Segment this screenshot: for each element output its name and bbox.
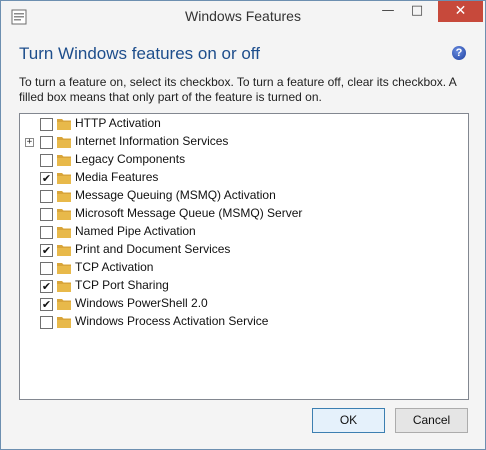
- folder-icon: [57, 227, 71, 238]
- feature-label: Windows Process Activation Service: [75, 314, 269, 328]
- minimize-button[interactable]: —: [375, 1, 401, 21]
- feature-row[interactable]: Named Pipe Activation: [20, 223, 460, 241]
- windows-features-dialog: Windows Features — □ ✕ Turn Windows feat…: [0, 0, 486, 450]
- feature-label: TCP Activation: [75, 260, 154, 274]
- feature-label: Windows PowerShell 2.0: [75, 296, 208, 310]
- folder-icon: [57, 281, 71, 292]
- help-icon[interactable]: ?: [452, 46, 466, 60]
- feature-label: HTTP Activation: [75, 116, 161, 130]
- feature-checkbox[interactable]: [40, 154, 53, 167]
- folder-icon: [57, 299, 71, 310]
- feature-label: Internet Information Services: [75, 134, 229, 148]
- feature-label: Named Pipe Activation: [75, 224, 196, 238]
- cancel-button[interactable]: Cancel: [395, 408, 468, 433]
- feature-checkbox[interactable]: [40, 118, 53, 131]
- feature-label: Print and Document Services: [75, 242, 231, 256]
- feature-label: TCP Port Sharing: [75, 278, 169, 292]
- folder-icon: [57, 173, 71, 184]
- close-button[interactable]: ✕: [438, 1, 483, 22]
- folder-icon: [57, 209, 71, 220]
- expand-icon[interactable]: +: [25, 138, 34, 147]
- feature-row[interactable]: + Internet Information Services: [20, 133, 460, 151]
- feature-tree[interactable]: HTTP Activation + Internet Information Ser…: [19, 113, 469, 400]
- feature-row[interactable]: Microsoft Message Queue (MSMQ) Server: [20, 205, 460, 223]
- ok-button[interactable]: OK: [312, 408, 385, 433]
- feature-row[interactable]: ✔ Windows PowerShell 2.0: [20, 295, 460, 313]
- feature-checkbox[interactable]: ✔: [40, 280, 53, 293]
- folder-icon: [57, 137, 71, 148]
- feature-row[interactable]: ✔ TCP Port Sharing: [20, 277, 460, 295]
- folder-icon: [57, 191, 71, 202]
- feature-checkbox[interactable]: [40, 316, 53, 329]
- feature-row[interactable]: HTTP Activation: [20, 115, 460, 133]
- feature-checkbox[interactable]: [40, 262, 53, 275]
- feature-row[interactable]: Message Queuing (MSMQ) Activation: [20, 187, 460, 205]
- folder-icon: [57, 119, 71, 130]
- feature-row[interactable]: TCP Activation: [20, 259, 460, 277]
- feature-checkbox[interactable]: [40, 208, 53, 221]
- title-bar[interactable]: Windows Features — □ ✕: [1, 1, 485, 32]
- folder-icon: [57, 317, 71, 328]
- feature-checkbox[interactable]: ✔: [40, 244, 53, 257]
- feature-label: Legacy Components: [75, 152, 186, 166]
- feature-checkbox[interactable]: [40, 190, 53, 203]
- folder-icon: [57, 245, 71, 256]
- feature-label: Media Features: [75, 170, 159, 184]
- feature-row[interactable]: ✔ Media Features: [20, 169, 460, 187]
- feature-checkbox[interactable]: [40, 136, 53, 149]
- feature-row[interactable]: Windows Process Activation Service: [20, 313, 460, 331]
- instructions-text: To turn a feature on, select its checkbo…: [19, 75, 457, 104]
- folder-icon: [57, 155, 71, 166]
- feature-checkbox[interactable]: ✔: [40, 298, 53, 311]
- feature-checkbox[interactable]: [40, 226, 53, 239]
- feature-label: Message Queuing (MSMQ) Activation: [75, 188, 276, 202]
- feature-row[interactable]: Legacy Components: [20, 151, 460, 169]
- folder-icon: [57, 263, 71, 274]
- page-title: Turn Windows features on or off: [19, 44, 260, 63]
- feature-checkbox[interactable]: ✔: [40, 172, 53, 185]
- feature-row[interactable]: ✔ Print and Document Services: [20, 241, 460, 259]
- feature-label: Microsoft Message Queue (MSMQ) Server: [75, 206, 303, 220]
- maximize-button[interactable]: □: [404, 1, 430, 21]
